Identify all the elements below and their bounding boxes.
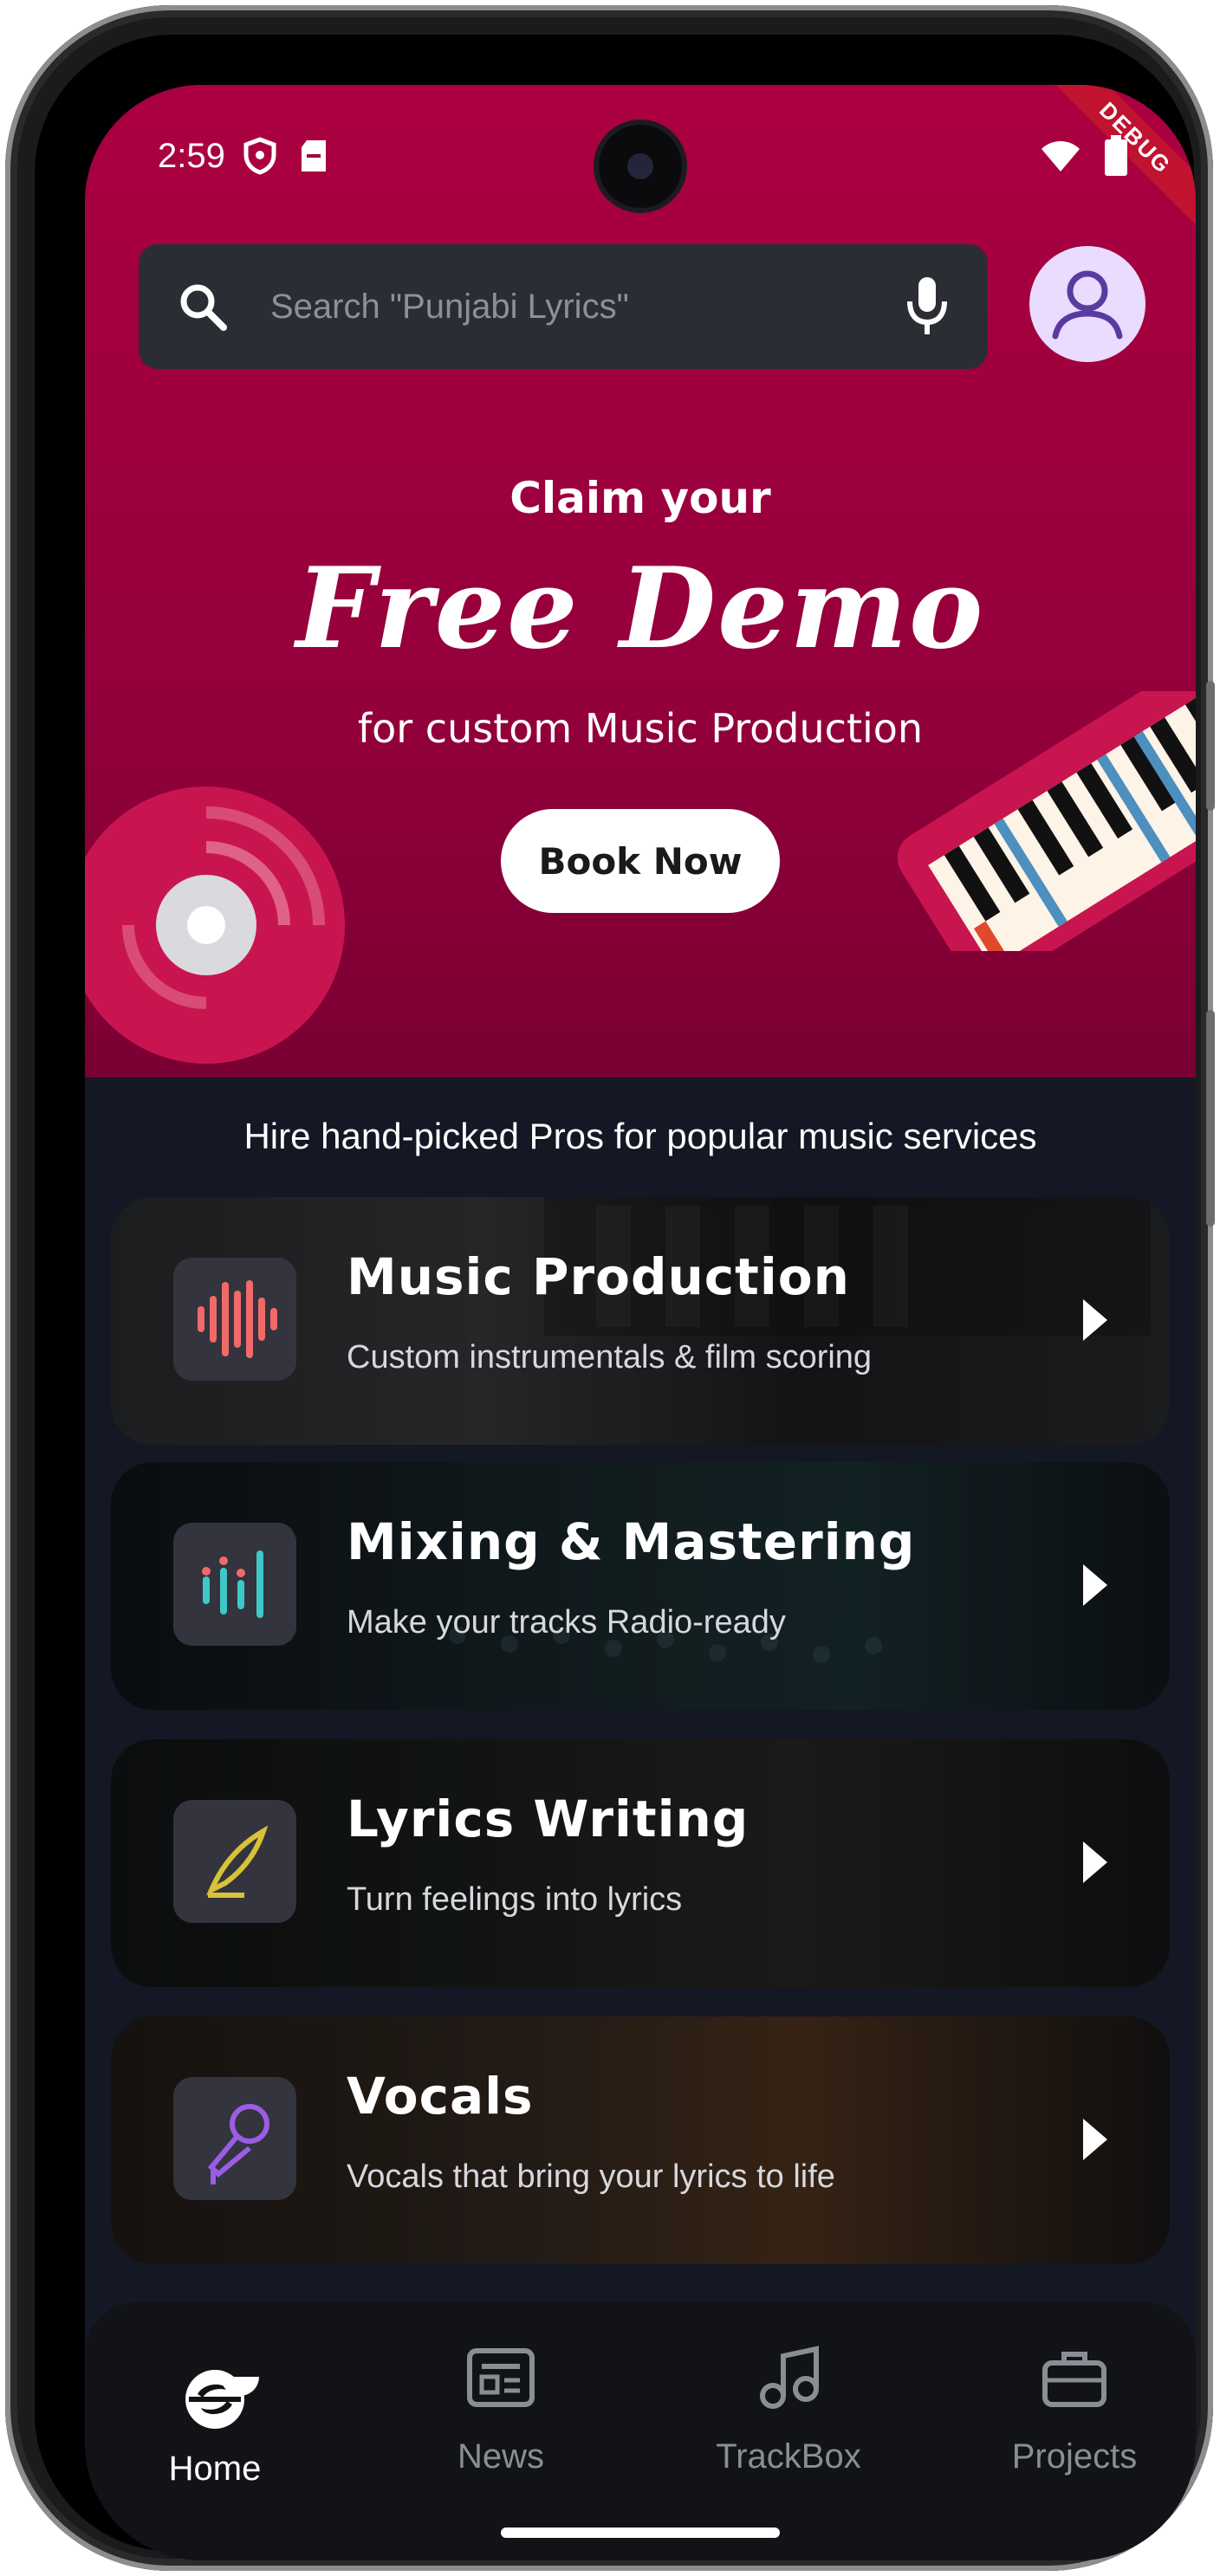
profile-avatar[interactable] (1029, 246, 1145, 362)
front-camera (599, 125, 682, 208)
phone-frame: DEBUG 2:59 Search "Punjabi Lyrics" Claim… (5, 5, 1215, 2571)
microphone-icon[interactable] (901, 274, 953, 343)
card-title: Vocals (347, 2067, 534, 2126)
services-heading: Hire hand-picked Pros for popular music … (243, 1116, 1037, 1156)
book-now-button[interactable]: Book Now (501, 809, 780, 913)
service-card-mixing-mastering[interactable]: Mixing & Mastering Make your tracks Radi… (111, 1462, 1170, 1710)
briefcase-icon (1042, 2352, 1106, 2407)
volume-button (1206, 1010, 1215, 1227)
power-button (1206, 681, 1215, 811)
card-subtitle: Custom instrumentals & film scoring (347, 1339, 873, 1375)
vinyl-disc-illustration (85, 786, 345, 1064)
bottom-navigation: Home News TrackBox Projects (85, 2302, 1196, 2560)
shield-icon (243, 137, 277, 178)
phone-bezel: DEBUG 2:59 Search "Punjabi Lyrics" Claim… (35, 35, 1196, 2560)
piano-keyboard-illustration (897, 691, 1196, 951)
newspaper-icon (467, 2348, 535, 2407)
card-title: Mixing & Mastering (347, 1512, 916, 1571)
music-note-icon (760, 2346, 819, 2409)
nav-label: TrackBox (716, 2437, 861, 2476)
gesture-bar[interactable] (501, 2527, 780, 2538)
quill-icon (173, 1800, 296, 1923)
card-subtitle: Vocals that bring your lyrics to life (347, 2159, 835, 2195)
nav-trackbox[interactable]: TrackBox (685, 2346, 892, 2476)
sim-card-icon (300, 139, 328, 177)
home-logo-icon (185, 2370, 244, 2429)
nav-home[interactable]: Home (111, 2346, 319, 2489)
nav-news[interactable]: News (397, 2346, 605, 2476)
banner-kicker: Claim your (509, 473, 771, 523)
search-icon[interactable] (175, 279, 230, 338)
search-bar[interactable] (139, 244, 988, 369)
promo-banner: DEBUG 2:59 Search "Punjabi Lyrics" Claim… (85, 85, 1196, 1078)
play-arrow-icon[interactable] (1078, 2113, 1113, 2165)
card-subtitle: Make your tracks Radio-ready (347, 1604, 786, 1641)
card-subtitle: Turn feelings into lyrics (347, 1881, 683, 1918)
app-screen: DEBUG 2:59 Search "Punjabi Lyrics" Claim… (85, 85, 1196, 2560)
card-title: Music Production (347, 1247, 850, 1306)
service-card-music-production[interactable]: Music Production Custom instrumentals & … (111, 1197, 1170, 1445)
nav-projects[interactable]: Projects (970, 2346, 1178, 2476)
service-card-vocals[interactable]: Vocals Vocals that bring your lyrics to … (111, 2016, 1170, 2264)
nav-label: Home (168, 2450, 262, 2488)
status-time: 2:59 (158, 137, 225, 175)
banner-headline: Free Demo (295, 544, 985, 674)
nav-label: News (457, 2437, 545, 2476)
nav-label: Projects (1011, 2437, 1138, 2476)
person-icon (1052, 270, 1123, 340)
battery-icon (1104, 135, 1128, 180)
search-input[interactable] (269, 275, 879, 338)
play-arrow-icon[interactable] (1078, 1836, 1113, 1888)
equalizer-icon (173, 1523, 296, 1646)
play-arrow-icon[interactable] (1078, 1559, 1113, 1611)
card-title: Lyrics Writing (347, 1790, 750, 1848)
waveform-icon (173, 1258, 296, 1381)
play-arrow-icon[interactable] (1078, 1294, 1113, 1346)
wifi-icon (1040, 140, 1081, 177)
microphone-icon (173, 2077, 296, 2200)
service-card-lyrics-writing[interactable]: Lyrics Writing Turn feelings into lyrics (111, 1739, 1170, 1987)
